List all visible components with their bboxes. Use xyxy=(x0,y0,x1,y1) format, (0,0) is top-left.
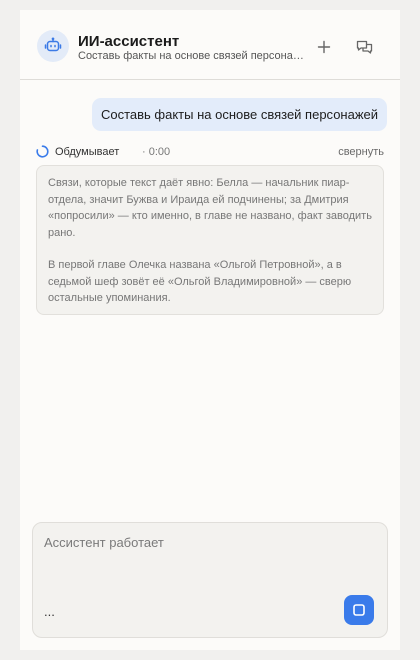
thinking-paragraph: В первой главе Олечка названа «Ольгой Пе… xyxy=(48,259,352,304)
page-title: ИИ-ассистент xyxy=(78,33,180,50)
thinking-label: Обдумывает xyxy=(55,146,120,158)
thinking-paragraph: Связи, которые текст даёт явно: Белла — … xyxy=(48,177,372,239)
status-dots: ... xyxy=(44,604,55,619)
thinking-status: Обдумывает · 0:00 свернуть xyxy=(36,144,384,160)
user-message: Составь факты на основе связей персонаже… xyxy=(92,98,387,131)
chat-bubbles-icon xyxy=(356,40,372,54)
collapse-thinking-button[interactable]: свернуть xyxy=(338,146,384,158)
assistant-panel: ИИ-ассистент Составь факты на основе свя… xyxy=(20,10,400,650)
plus-icon xyxy=(317,40,331,54)
stop-button[interactable] xyxy=(344,595,374,625)
chat-history-button[interactable] xyxy=(353,36,375,58)
spinner-icon xyxy=(36,145,49,158)
thinking-timer: · 0:00 xyxy=(142,146,171,158)
chat-subtitle: Составь факты на основе связей персонаже… xyxy=(78,50,304,62)
thinking-content: Связи, которые текст даёт явно: Белла — … xyxy=(36,165,384,315)
new-chat-button[interactable] xyxy=(313,36,335,58)
stop-icon xyxy=(353,604,365,616)
message-composer[interactable]: Ассистент работает ... xyxy=(32,522,388,638)
robot-icon xyxy=(37,30,69,62)
message-input[interactable]: Ассистент работает xyxy=(44,535,364,550)
header: ИИ-ассистент Составь факты на основе свя… xyxy=(20,10,400,80)
